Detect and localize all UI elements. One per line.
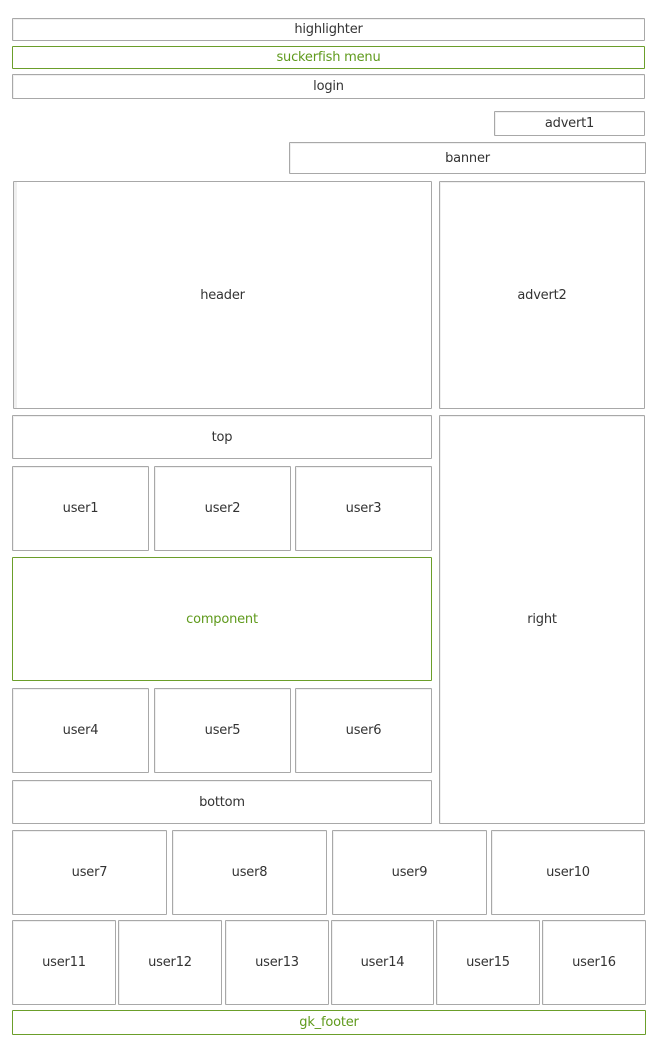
position-user15: user15 bbox=[436, 920, 540, 1005]
position-suckerfish-menu: suckerfish menu bbox=[12, 46, 645, 69]
position-user6: user6 bbox=[295, 688, 432, 773]
position-label: user11 bbox=[42, 955, 86, 970]
position-label: user13 bbox=[255, 955, 299, 970]
position-label: right bbox=[527, 612, 557, 627]
position-label: user15 bbox=[466, 955, 510, 970]
position-label: user16 bbox=[572, 955, 616, 970]
position-user10: user10 bbox=[491, 830, 645, 915]
position-label: gk_footer bbox=[299, 1015, 359, 1030]
position-label: login bbox=[313, 79, 344, 94]
position-user4: user4 bbox=[12, 688, 149, 773]
position-advert2: advert2 bbox=[439, 181, 645, 409]
position-label: suckerfish menu bbox=[276, 50, 381, 65]
position-label: top bbox=[211, 429, 233, 445]
position-login: login bbox=[12, 74, 645, 99]
position-user14: user14 bbox=[331, 920, 434, 1005]
position-label: user3 bbox=[345, 501, 382, 516]
position-user1: user1 bbox=[12, 466, 149, 551]
position-label: user10 bbox=[546, 865, 590, 880]
position-user9: user9 bbox=[332, 830, 487, 915]
position-top: top bbox=[12, 415, 432, 459]
position-banner: banner bbox=[289, 142, 646, 174]
position-user11: user11 bbox=[12, 920, 116, 1005]
position-label: banner bbox=[445, 150, 490, 166]
position-label: user1 bbox=[62, 501, 99, 516]
position-user2: user2 bbox=[154, 466, 291, 551]
position-label: user14 bbox=[360, 955, 405, 970]
position-component: component bbox=[12, 557, 432, 681]
position-label: advert1 bbox=[544, 116, 595, 131]
position-label: user6 bbox=[345, 723, 382, 738]
position-label: user2 bbox=[204, 501, 241, 516]
position-user7: user7 bbox=[12, 830, 167, 915]
position-user16: user16 bbox=[542, 920, 646, 1005]
position-bottom: bottom bbox=[12, 780, 432, 824]
position-label: user4 bbox=[62, 723, 99, 738]
position-label: user7 bbox=[71, 865, 108, 880]
position-user8: user8 bbox=[172, 830, 327, 915]
position-right: right bbox=[439, 415, 645, 824]
position-label: user8 bbox=[231, 865, 268, 880]
position-label: header bbox=[200, 287, 245, 303]
position-user3: user3 bbox=[295, 466, 432, 551]
position-user12: user12 bbox=[118, 920, 222, 1005]
position-advert1: advert1 bbox=[494, 111, 645, 136]
position-highlighter: highlighter bbox=[12, 18, 645, 41]
position-label: user5 bbox=[204, 723, 241, 738]
position-header: header bbox=[13, 181, 432, 409]
position-label: user12 bbox=[148, 955, 192, 970]
position-gk-footer: gk_footer bbox=[12, 1010, 646, 1035]
position-label: advert2 bbox=[517, 287, 567, 303]
position-user13: user13 bbox=[225, 920, 329, 1005]
position-label: user9 bbox=[391, 865, 428, 880]
position-label: bottom bbox=[199, 794, 245, 810]
position-user5: user5 bbox=[154, 688, 291, 773]
position-label: component bbox=[186, 611, 258, 627]
position-label: highlighter bbox=[294, 22, 363, 37]
